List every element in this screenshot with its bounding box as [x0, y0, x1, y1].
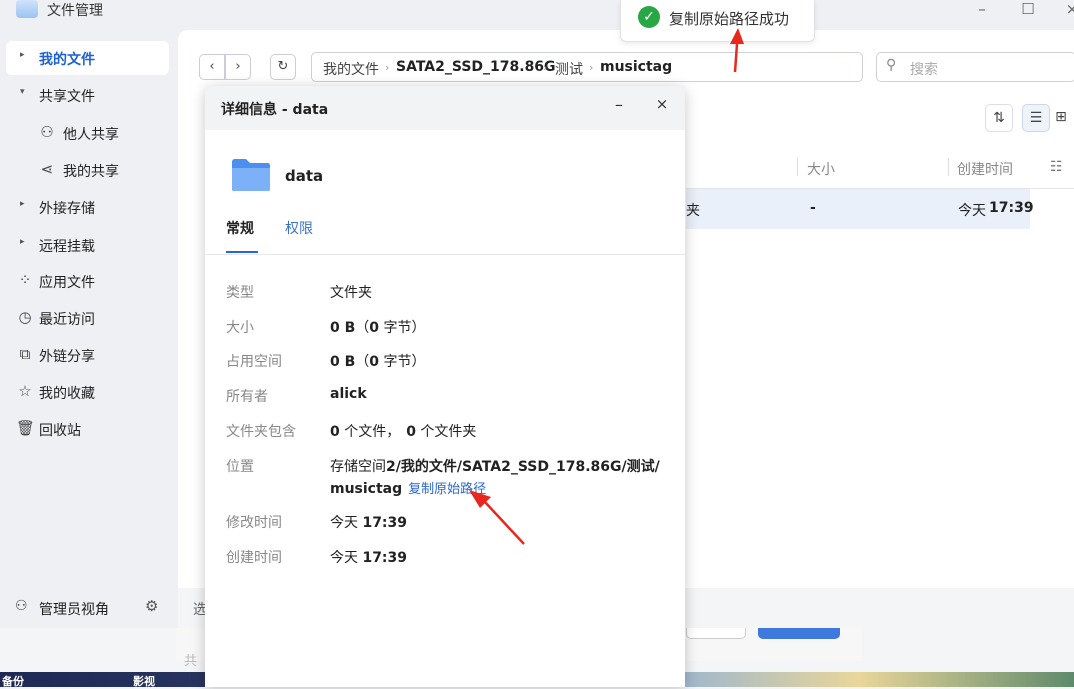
- annotation-arrows: [469, 28, 744, 545]
- annotation-arrow-toast: [730, 28, 744, 73]
- annotation-arrow-copy-link: [469, 490, 525, 545]
